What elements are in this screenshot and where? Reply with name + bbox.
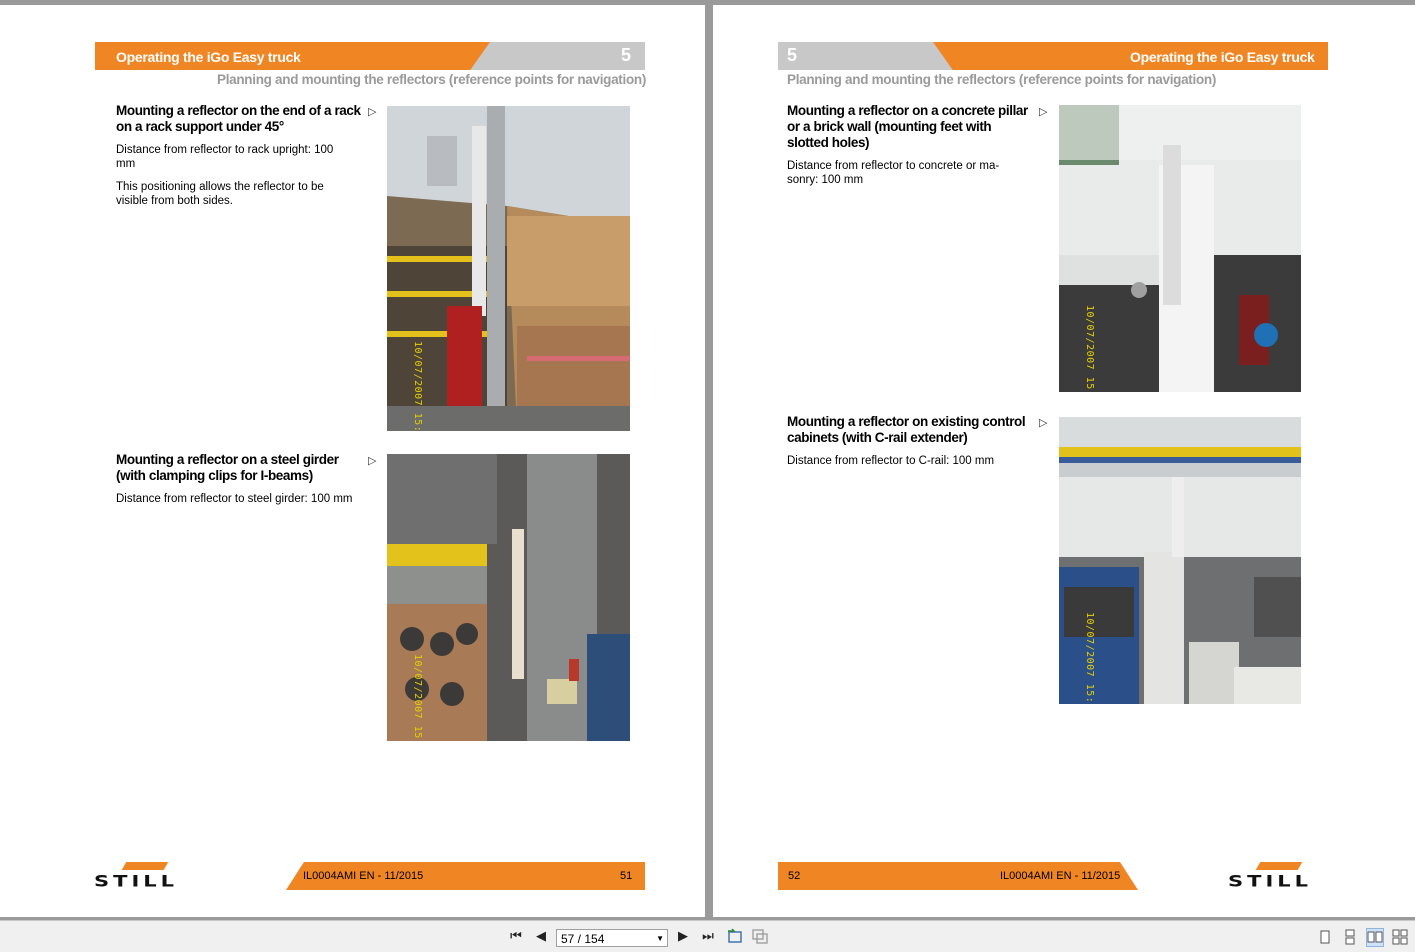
go-forward-view-icon[interactable] xyxy=(751,927,769,945)
document-viewport: Operating the iGo Easy truck 5 Planning … xyxy=(0,0,1415,920)
page-number-value: 57 / 154 xyxy=(561,932,605,946)
photo-date-stamp: 10/07/2007 15:09 xyxy=(1084,305,1095,392)
section-title: Mounting a reflector on a steel girder (… xyxy=(116,452,339,483)
pointer-arrow-icon: ▷ xyxy=(368,106,377,118)
footer-doc-id: IL0004AMI EN - 11/2015 xyxy=(303,870,424,882)
photo-pillar-reflector: 10/07/2007 15:09 xyxy=(1059,105,1301,392)
section-title: Mounting a reflector on the end of a rac… xyxy=(116,103,361,134)
page-subtitle: Planning and mounting the reflectors (re… xyxy=(787,72,1217,87)
section-text: Distance from reflector to concrete or m… xyxy=(787,160,1000,186)
section-text: Distance from reflector to steel girder:… xyxy=(116,493,353,505)
facing-pages-view-icon[interactable] xyxy=(1366,928,1384,947)
viewer-toolbar: ⏮ ◀ 57 / 154 ▼ ▶ ⏭ xyxy=(0,920,1415,952)
first-page-icon[interactable]: ⏮ xyxy=(507,927,525,945)
last-page-icon[interactable]: ⏭ xyxy=(699,927,717,945)
footer-doc-id: IL0004AMI EN - 11/2015 xyxy=(1000,870,1121,882)
go-back-view-icon[interactable] xyxy=(726,927,744,945)
page-51: Operating the iGo Easy truck 5 Planning … xyxy=(0,5,705,917)
header-title: Operating the iGo Easy truck xyxy=(1130,49,1315,65)
next-page-icon[interactable]: ▶ xyxy=(674,927,692,945)
section-text: Distance from reflector to C-rail: 100 m… xyxy=(787,455,995,467)
continuous-facing-view-icon[interactable] xyxy=(1391,928,1409,947)
footer-page-number: 51 xyxy=(620,870,633,882)
footer-page-number: 52 xyxy=(788,870,801,882)
photo-cabinet-reflector: 10/07/2007 15:13 xyxy=(1059,417,1301,704)
section-title: Mounting a reflector on existing control… xyxy=(787,414,1026,445)
photo-girder-reflector: 10/07/2007 15:08 xyxy=(387,454,630,741)
header-title: Operating the iGo Easy truck xyxy=(116,49,301,65)
pointer-arrow-icon: ▷ xyxy=(1039,417,1048,429)
page-header: 5 Operating the iGo Easy truck xyxy=(778,42,1328,70)
photo-pillar-illustration xyxy=(1059,105,1301,392)
page-header: Operating the iGo Easy truck 5 xyxy=(95,42,645,70)
page-number-field[interactable]: 57 / 154 ▼ xyxy=(556,929,668,947)
section-text: Distance from reflector to rack upright:… xyxy=(116,144,334,170)
still-logo: STILL xyxy=(1228,862,1330,894)
photo-rack-illustration xyxy=(387,106,630,431)
page-footer: 52 IL0004AMI EN - 11/2015 xyxy=(778,862,1138,890)
logo-text: STILL xyxy=(94,872,179,890)
photo-date-stamp: 10/07/2007 15:13 xyxy=(1084,612,1095,704)
pointer-arrow-icon: ▷ xyxy=(368,455,377,467)
photo-cabinet-illustration xyxy=(1059,417,1301,704)
logo-text: STILL xyxy=(1228,872,1313,890)
still-logo: STILL xyxy=(94,862,196,894)
page-52: 5 Operating the iGo Easy truck Planning … xyxy=(713,5,1415,917)
photo-rack-reflector: 10/07/2007 15:07 xyxy=(387,106,630,431)
section-text: This positioning allows the reflector to… xyxy=(116,181,324,207)
chapter-number: 5 xyxy=(621,45,632,65)
single-page-view-icon[interactable] xyxy=(1316,928,1334,947)
prev-page-icon[interactable]: ◀ xyxy=(532,927,550,945)
chapter-number: 5 xyxy=(787,45,798,65)
continuous-view-icon[interactable] xyxy=(1341,928,1359,947)
pointer-arrow-icon: ▷ xyxy=(1039,106,1048,118)
photo-date-stamp: 10/07/2007 15:08 xyxy=(412,654,423,741)
chevron-down-icon[interactable]: ▼ xyxy=(656,930,664,948)
page-subtitle: Planning and mounting the reflectors (re… xyxy=(217,72,647,87)
page-footer: IL0004AMI EN - 11/2015 51 xyxy=(286,862,645,890)
photo-girder-illustration xyxy=(387,454,630,741)
section-title: Mounting a reflector on a concrete pilla… xyxy=(787,103,1028,150)
photo-date-stamp: 10/07/2007 15:07 xyxy=(412,341,423,431)
